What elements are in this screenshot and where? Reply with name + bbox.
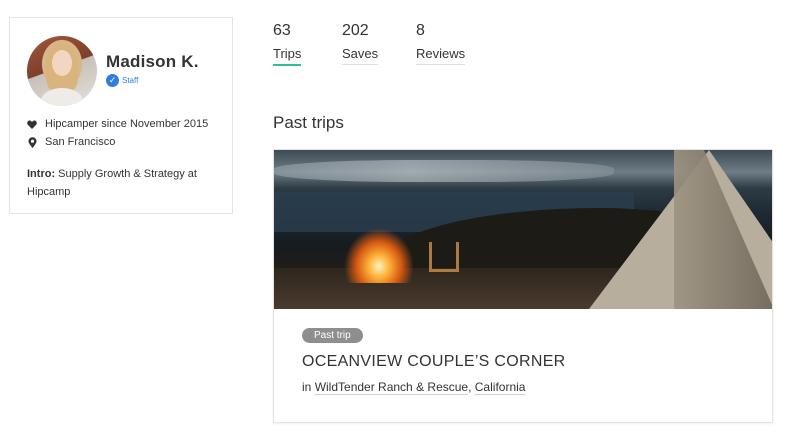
- trips-label: Trips: [273, 46, 302, 66]
- past-trip-badge: Past trip: [302, 328, 363, 343]
- staff-badge: ✓ Staff: [106, 74, 138, 87]
- reviews-count: 8: [416, 22, 425, 39]
- member-since-row: Hipcamper since November 2015: [27, 118, 208, 130]
- location-pin-icon: [27, 136, 37, 148]
- state-link[interactable]: California: [474, 380, 526, 395]
- reviews-label: Reviews: [416, 46, 466, 65]
- location-row: San Francisco: [27, 136, 115, 148]
- intro-label: Intro:: [27, 168, 56, 180]
- avatar[interactable]: [27, 36, 97, 106]
- ranch-link[interactable]: WildTender Ranch & Rescue: [314, 380, 469, 395]
- heart-icon: [27, 120, 37, 129]
- staff-label: Staff: [122, 76, 139, 85]
- trip-details: Past trip OCEANVIEW COUPLE’S CORNER in W…: [274, 309, 772, 395]
- trip-photo[interactable]: [274, 150, 772, 309]
- tab-saves[interactable]: 202 Saves: [342, 22, 379, 65]
- tab-trips[interactable]: 63 Trips: [273, 22, 302, 66]
- trips-count: 63: [273, 22, 291, 39]
- tab-reviews[interactable]: 8 Reviews: [416, 22, 466, 65]
- location-text: San Francisco: [45, 136, 116, 148]
- location-prefix: in: [302, 380, 315, 394]
- trip-card[interactable]: Past trip OCEANVIEW COUPLE’S CORNER in W…: [273, 149, 773, 423]
- saves-count: 202: [342, 22, 369, 39]
- intro-text: Intro: Supply Growth & Strategy at Hipca…: [27, 165, 222, 201]
- location-separator: ,: [468, 380, 475, 394]
- section-title: Past trips: [273, 113, 344, 132]
- trip-location: in WildTender Ranch & Rescue, California: [302, 380, 744, 395]
- trip-title[interactable]: OCEANVIEW COUPLE’S CORNER: [302, 353, 744, 371]
- verified-check-icon: ✓: [106, 74, 119, 87]
- profile-card: Madison K. ✓ Staff Hipcamper since Novem…: [9, 17, 233, 214]
- user-name: Madison K.: [106, 52, 199, 71]
- member-since-text: Hipcamper since November 2015: [45, 118, 209, 130]
- saves-label: Saves: [342, 46, 379, 65]
